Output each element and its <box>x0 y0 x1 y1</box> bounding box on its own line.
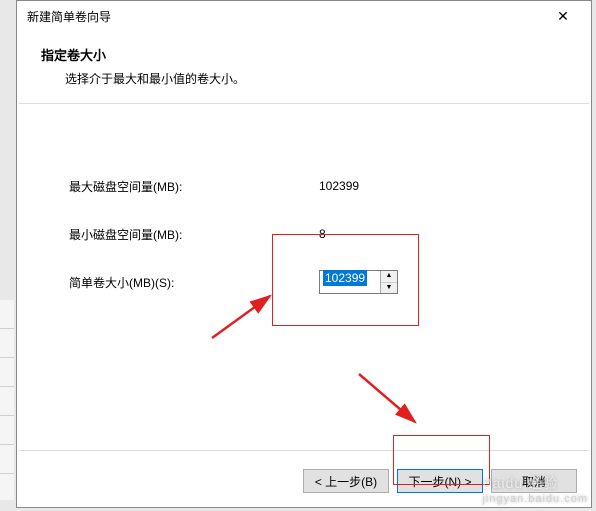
row-min-space: 最小磁盘空间量(MB): 8 <box>69 222 551 246</box>
close-button[interactable]: ✕ <box>543 4 583 28</box>
min-space-value: 8 <box>319 227 326 241</box>
footer-separator <box>19 450 589 451</box>
page-title: 指定卷大小 <box>41 45 567 64</box>
back-button[interactable]: < 上一步(B) <box>303 469 389 493</box>
max-space-value: 102399 <box>319 179 359 193</box>
cancel-button[interactable]: 取消 <box>491 469 577 493</box>
close-icon: ✕ <box>557 8 569 25</box>
max-space-label: 最大磁盘空间量(MB): <box>69 178 319 195</box>
wizard-button-row: < 上一步(B) 下一步(N) > 取消 <box>303 469 577 493</box>
titlebar: 新建简单卷向导 ✕ <box>17 1 591 31</box>
wizard-dialog: 新建简单卷向导 ✕ 指定卷大小 选择介于最大和最小值的卷大小。 最大磁盘空间量(… <box>16 0 592 508</box>
spinner-buttons: ▲ ▼ <box>380 271 397 293</box>
volume-size-spinner[interactable]: 102399 ▲ ▼ <box>319 270 398 294</box>
next-button[interactable]: 下一步(N) > <box>397 469 483 493</box>
spinner-up-button[interactable]: ▲ <box>381 271 397 283</box>
page-description: 选择介于最大和最小值的卷大小。 <box>41 70 567 87</box>
background-panel-edge <box>0 300 14 500</box>
min-space-label: 最小磁盘空间量(MB): <box>69 226 319 243</box>
spinner-down-button[interactable]: ▼ <box>381 283 397 294</box>
wizard-content: 最大磁盘空间量(MB): 102399 最小磁盘空间量(MB): 8 简单卷大小… <box>17 104 591 494</box>
wizard-header: 指定卷大小 选择介于最大和最小值的卷大小。 <box>17 31 591 95</box>
row-max-space: 最大磁盘空间量(MB): 102399 <box>69 174 551 198</box>
row-volume-size: 简单卷大小(MB)(S): 102399 ▲ ▼ <box>69 270 551 294</box>
window-title: 新建简单卷向导 <box>27 8 111 25</box>
volume-size-input[interactable]: 102399 <box>320 271 380 293</box>
volume-size-label: 简单卷大小(MB)(S): <box>69 274 319 291</box>
